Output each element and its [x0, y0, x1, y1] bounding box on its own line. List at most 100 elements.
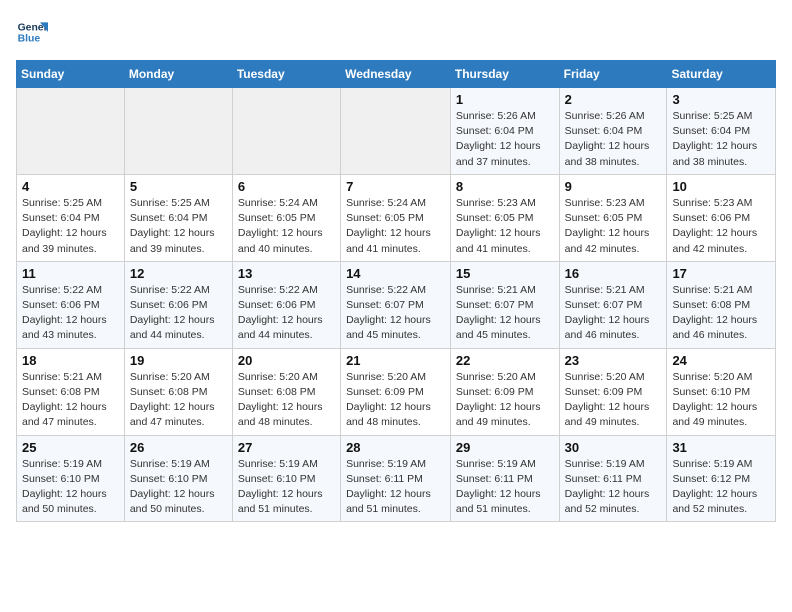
day-number: 8 — [456, 179, 554, 194]
calendar-cell: 21 Sunrise: 5:20 AM Sunset: 6:09 PM Dayli… — [341, 348, 451, 435]
calendar-cell — [341, 88, 451, 175]
day-number: 28 — [346, 440, 445, 455]
day-number: 18 — [22, 353, 119, 368]
day-info: Sunrise: 5:26 AM Sunset: 6:04 PM Dayligh… — [456, 109, 554, 170]
day-number: 30 — [565, 440, 662, 455]
weekday-header: Saturday — [667, 61, 776, 88]
day-number: 12 — [130, 266, 227, 281]
day-info: Sunrise: 5:22 AM Sunset: 6:06 PM Dayligh… — [130, 283, 227, 344]
calendar-cell: 15Sunrise: 5:21 AM Sunset: 6:07 PM Dayli… — [450, 261, 559, 348]
calendar-cell: 18Sunrise: 5:21 AM Sunset: 6:08 PM Dayli… — [17, 348, 125, 435]
day-info: Sunrise: 5:22 AM Sunset: 6:06 PM Dayligh… — [22, 283, 119, 344]
calendar-cell — [17, 88, 125, 175]
calendar-cell: 16Sunrise: 5:21 AM Sunset: 6:07 PM Dayli… — [559, 261, 667, 348]
calendar-cell: 22 Sunrise: 5:20 AM Sunset: 6:09 PM Dayli… — [450, 348, 559, 435]
day-info: Sunrise: 5:21 AM Sunset: 6:08 PM Dayligh… — [672, 283, 770, 344]
calendar-cell: 3 Sunrise: 5:25 AM Sunset: 6:04 PM Daylig… — [667, 88, 776, 175]
calendar-cell — [124, 88, 232, 175]
svg-text:Blue: Blue — [18, 34, 41, 45]
day-info: Sunrise: 5:25 AM Sunset: 6:04 PM Dayligh… — [672, 109, 770, 170]
day-info: Sunrise: 5:24 AM Sunset: 6:05 PM Dayligh… — [346, 196, 445, 257]
day-info: Sunrise: 5:20 AM Sunset: 6:09 PM Dayligh… — [456, 370, 554, 431]
logo: General Blue — [16, 16, 52, 48]
weekday-header: Sunday — [17, 61, 125, 88]
calendar-cell: 20 Sunrise: 5:20 AM Sunset: 6:08 PM Dayli… — [232, 348, 340, 435]
week-row: 11 Sunrise: 5:22 AM Sunset: 6:06 PM Dayli… — [17, 261, 776, 348]
day-number: 11 — [22, 266, 119, 281]
day-info: Sunrise: 5:23 AM Sunset: 6:06 PM Dayligh… — [672, 196, 770, 257]
day-info: Sunrise: 5:23 AM Sunset: 6:05 PM Dayligh… — [565, 196, 662, 257]
calendar-cell: 5 Sunrise: 5:25 AM Sunset: 6:04 PM Daylig… — [124, 174, 232, 261]
calendar-cell: 2Sunrise: 5:26 AM Sunset: 6:04 PM Daylig… — [559, 88, 667, 175]
day-number: 20 — [238, 353, 335, 368]
calendar-cell: 11 Sunrise: 5:22 AM Sunset: 6:06 PM Dayli… — [17, 261, 125, 348]
day-info: Sunrise: 5:20 AM Sunset: 6:09 PM Dayligh… — [346, 370, 445, 431]
day-number: 26 — [130, 440, 227, 455]
day-number: 22 — [456, 353, 554, 368]
calendar-cell: 4 Sunrise: 5:25 AM Sunset: 6:04 PM Daylig… — [17, 174, 125, 261]
day-info: Sunrise: 5:19 AM Sunset: 6:11 PM Dayligh… — [565, 457, 662, 518]
day-number: 25 — [22, 440, 119, 455]
calendar-cell: 1 Sunrise: 5:26 AM Sunset: 6:04 PM Daylig… — [450, 88, 559, 175]
day-number: 7 — [346, 179, 445, 194]
day-number: 14 — [346, 266, 445, 281]
day-number: 21 — [346, 353, 445, 368]
weekday-header: Tuesday — [232, 61, 340, 88]
day-number: 6 — [238, 179, 335, 194]
day-number: 1 — [456, 92, 554, 107]
day-info: Sunrise: 5:20 AM Sunset: 6:09 PM Dayligh… — [565, 370, 662, 431]
calendar-cell: 28 Sunrise: 5:19 AM Sunset: 6:11 PM Dayli… — [341, 435, 451, 522]
day-info: Sunrise: 5:19 AM Sunset: 6:12 PM Dayligh… — [672, 457, 770, 518]
calendar-cell: 30 Sunrise: 5:19 AM Sunset: 6:11 PM Dayli… — [559, 435, 667, 522]
page-header: General Blue — [16, 16, 776, 48]
week-row: 1 Sunrise: 5:26 AM Sunset: 6:04 PM Daylig… — [17, 88, 776, 175]
day-number: 5 — [130, 179, 227, 194]
day-number: 19 — [130, 353, 227, 368]
calendar-cell: 7 Sunrise: 5:24 AM Sunset: 6:05 PM Daylig… — [341, 174, 451, 261]
day-info: Sunrise: 5:22 AM Sunset: 6:06 PM Dayligh… — [238, 283, 335, 344]
calendar-cell: 25 Sunrise: 5:19 AM Sunset: 6:10 PM Dayli… — [17, 435, 125, 522]
day-info: Sunrise: 5:21 AM Sunset: 6:07 PM Dayligh… — [456, 283, 554, 344]
weekday-header: Wednesday — [341, 61, 451, 88]
day-info: Sunrise: 5:24 AM Sunset: 6:05 PM Dayligh… — [238, 196, 335, 257]
calendar-cell: 13 Sunrise: 5:22 AM Sunset: 6:06 PM Dayli… — [232, 261, 340, 348]
day-info: Sunrise: 5:19 AM Sunset: 6:10 PM Dayligh… — [130, 457, 227, 518]
calendar-cell: 17 Sunrise: 5:21 AM Sunset: 6:08 PM Dayli… — [667, 261, 776, 348]
day-number: 31 — [672, 440, 770, 455]
day-number: 27 — [238, 440, 335, 455]
day-info: Sunrise: 5:25 AM Sunset: 6:04 PM Dayligh… — [22, 196, 119, 257]
calendar-body: 1 Sunrise: 5:26 AM Sunset: 6:04 PM Daylig… — [17, 88, 776, 522]
day-info: Sunrise: 5:19 AM Sunset: 6:10 PM Dayligh… — [22, 457, 119, 518]
header-row: SundayMondayTuesdayWednesdayThursdayFrid… — [17, 61, 776, 88]
week-row: 18Sunrise: 5:21 AM Sunset: 6:08 PM Dayli… — [17, 348, 776, 435]
day-number: 3 — [672, 92, 770, 107]
day-number: 13 — [238, 266, 335, 281]
logo-icon: General Blue — [16, 16, 48, 48]
day-info: Sunrise: 5:23 AM Sunset: 6:05 PM Dayligh… — [456, 196, 554, 257]
day-info: Sunrise: 5:20 AM Sunset: 6:08 PM Dayligh… — [238, 370, 335, 431]
calendar-cell: 14Sunrise: 5:22 AM Sunset: 6:07 PM Dayli… — [341, 261, 451, 348]
calendar-cell: 24Sunrise: 5:20 AM Sunset: 6:10 PM Dayli… — [667, 348, 776, 435]
calendar-table: SundayMondayTuesdayWednesdayThursdayFrid… — [16, 60, 776, 522]
calendar-cell: 10 Sunrise: 5:23 AM Sunset: 6:06 PM Dayli… — [667, 174, 776, 261]
day-info: Sunrise: 5:20 AM Sunset: 6:10 PM Dayligh… — [672, 370, 770, 431]
week-row: 4 Sunrise: 5:25 AM Sunset: 6:04 PM Daylig… — [17, 174, 776, 261]
day-number: 4 — [22, 179, 119, 194]
day-info: Sunrise: 5:19 AM Sunset: 6:11 PM Dayligh… — [456, 457, 554, 518]
calendar-cell: 26 Sunrise: 5:19 AM Sunset: 6:10 PM Dayli… — [124, 435, 232, 522]
day-number: 17 — [672, 266, 770, 281]
calendar-cell: 6 Sunrise: 5:24 AM Sunset: 6:05 PM Daylig… — [232, 174, 340, 261]
calendar-cell: 9 Sunrise: 5:23 AM Sunset: 6:05 PM Daylig… — [559, 174, 667, 261]
day-info: Sunrise: 5:20 AM Sunset: 6:08 PM Dayligh… — [130, 370, 227, 431]
day-info: Sunrise: 5:21 AM Sunset: 6:07 PM Dayligh… — [565, 283, 662, 344]
weekday-header: Monday — [124, 61, 232, 88]
day-number: 9 — [565, 179, 662, 194]
calendar-cell — [232, 88, 340, 175]
day-info: Sunrise: 5:19 AM Sunset: 6:11 PM Dayligh… — [346, 457, 445, 518]
day-number: 10 — [672, 179, 770, 194]
day-info: Sunrise: 5:25 AM Sunset: 6:04 PM Dayligh… — [130, 196, 227, 257]
day-number: 2 — [565, 92, 662, 107]
calendar-cell: 31 Sunrise: 5:19 AM Sunset: 6:12 PM Dayli… — [667, 435, 776, 522]
week-row: 25 Sunrise: 5:19 AM Sunset: 6:10 PM Dayli… — [17, 435, 776, 522]
calendar-cell: 29Sunrise: 5:19 AM Sunset: 6:11 PM Dayli… — [450, 435, 559, 522]
